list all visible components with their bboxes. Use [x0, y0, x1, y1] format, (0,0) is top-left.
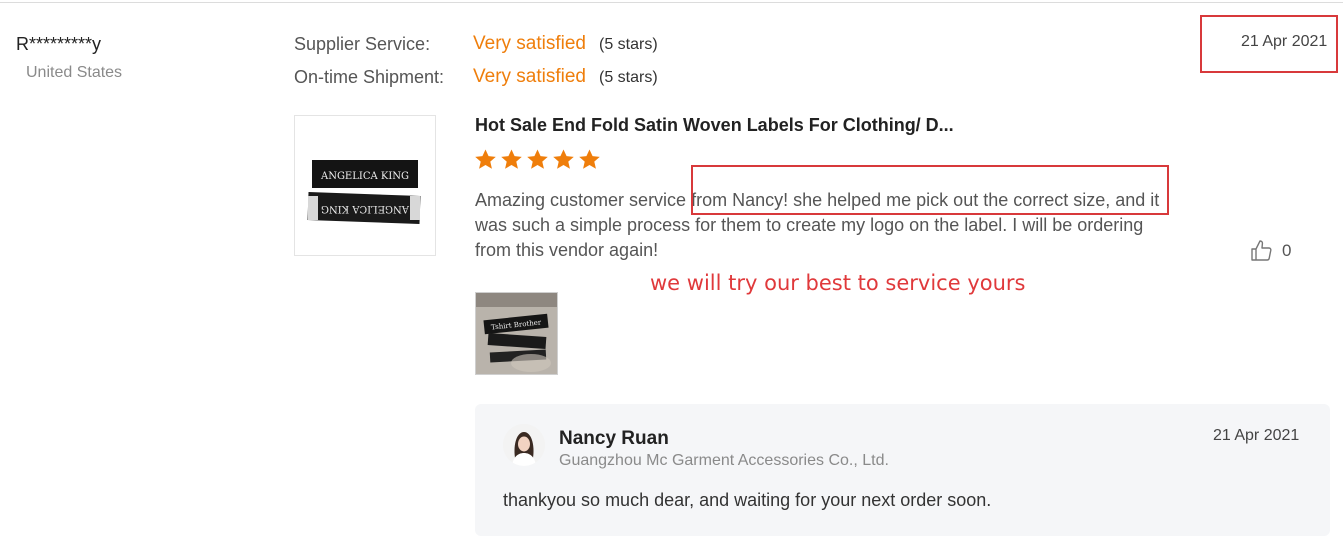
shipment-value: Very satisfied [473, 66, 586, 87]
review-highlight-box [691, 165, 1169, 215]
star-icon [501, 149, 522, 169]
star-icon [553, 149, 574, 169]
top-divider [0, 2, 1343, 3]
supplier-service-value: Very satisfied [473, 33, 586, 54]
product-label-text-flipped: ANGELICA KING [321, 203, 410, 214]
star-icon [527, 149, 548, 169]
product-title-link[interactable]: Hot Sale End Fold Satin Woven Labels For… [475, 115, 954, 136]
shipment-label: On-time Shipment: [294, 67, 445, 87]
replier-company: Guangzhou Mc Garment Accessories Co., Lt… [559, 452, 889, 469]
review-photo-thumbnail[interactable]: Tshirt Brother [475, 292, 558, 375]
supplier-service-label: Supplier Service: [294, 34, 431, 54]
product-image[interactable]: ANGELICA KING ANGELICA KING [294, 115, 436, 256]
reply-date: 21 Apr 2021 [1213, 427, 1300, 444]
seller-reply-panel [475, 404, 1330, 536]
star-icon [579, 149, 600, 169]
like-button[interactable]: 0 [1250, 239, 1291, 263]
star-icon [475, 149, 496, 169]
shipment-stars: (5 stars) [599, 69, 658, 86]
seller-annotation: we will try our best to service yours [650, 271, 1026, 295]
replier-avatar [503, 424, 545, 466]
product-label-text: ANGELICA KING [320, 171, 409, 182]
thumbs-up-icon [1251, 240, 1272, 261]
like-count: 0 [1282, 241, 1292, 260]
reviewer-country: United States [26, 64, 123, 81]
product-star-rating [474, 148, 601, 171]
date-highlight-box [1200, 15, 1338, 73]
supplier-service-stars: (5 stars) [599, 36, 658, 53]
reply-text: thankyou so much dear, and waiting for y… [503, 490, 992, 510]
replier-name: Nancy Ruan [559, 428, 669, 449]
reviewer-name: R*********y [16, 34, 102, 54]
